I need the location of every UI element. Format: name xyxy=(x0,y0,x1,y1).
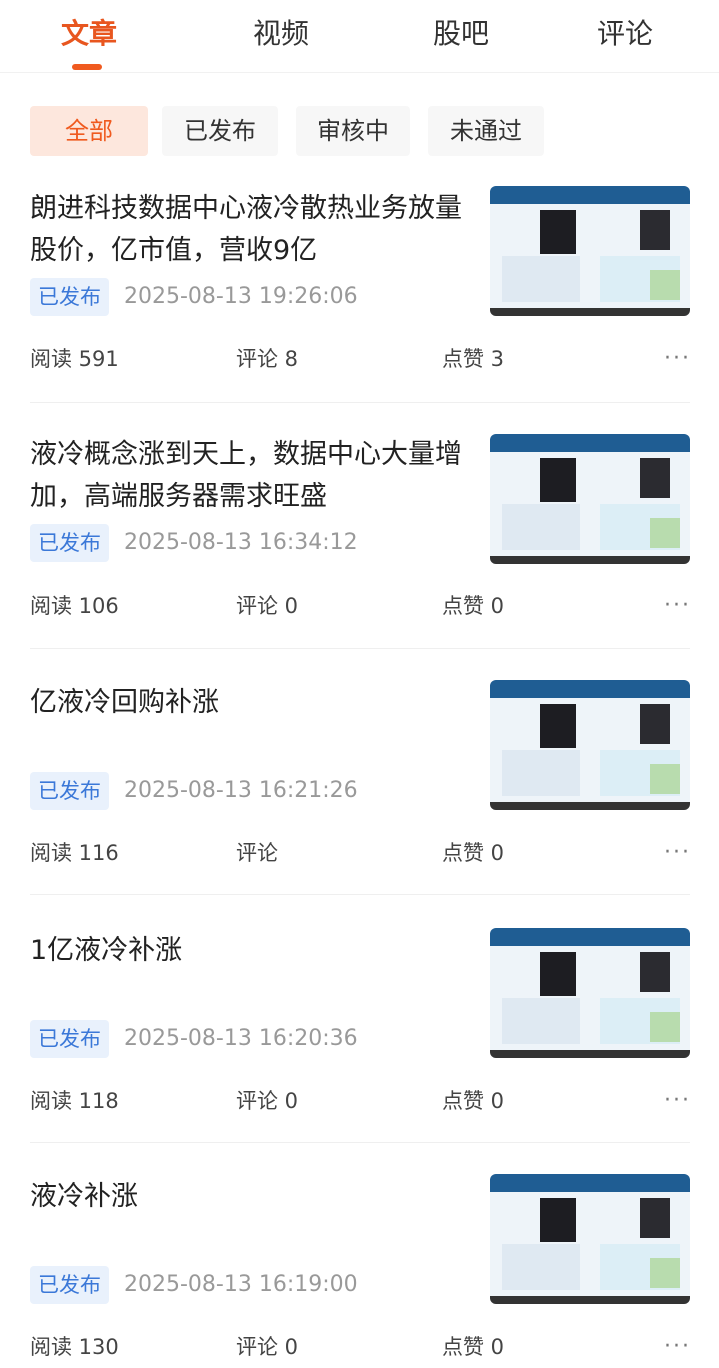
tab-articles[interactable]: 文章 xyxy=(4,14,174,54)
divider xyxy=(30,648,690,649)
read-count: 阅读 106 xyxy=(30,594,119,618)
article-thumbnail[interactable] xyxy=(490,928,690,1058)
publish-time: 2025-08-13 19:26:06 xyxy=(124,284,358,309)
more-dots-icon[interactable]: ··· xyxy=(664,344,691,374)
tab-comments[interactable]: 评论 xyxy=(540,14,710,54)
like-count: 点赞 0 xyxy=(442,1335,505,1359)
top-tabs: 文章 视频 股吧 评论 xyxy=(0,0,719,73)
like-count: 点赞 0 xyxy=(442,594,505,618)
filter-rejected[interactable]: 未通过 xyxy=(428,106,544,156)
more-dots-icon[interactable]: ··· xyxy=(664,591,691,621)
article-thumbnail[interactable] xyxy=(490,1174,690,1304)
tabs-divider xyxy=(0,72,719,73)
read-count: 阅读 591 xyxy=(30,347,119,371)
read-count: 阅读 116 xyxy=(30,841,119,865)
article-title[interactable]: 液冷概念涨到天上，数据中心大量增加，高端服务器需求旺盛 xyxy=(30,434,470,518)
more-dots-icon[interactable]: ··· xyxy=(664,1086,691,1116)
divider xyxy=(30,894,690,895)
article-title[interactable]: 液冷补涨 xyxy=(30,1176,470,1218)
comment-count: 评论 0 xyxy=(236,1089,299,1113)
publish-time: 2025-08-13 16:19:00 xyxy=(124,1272,358,1297)
read-count: 阅读 130 xyxy=(30,1335,119,1359)
active-tab-indicator xyxy=(72,64,102,70)
comment-count: 评论 8 xyxy=(236,347,299,371)
article-title[interactable]: 朗进科技数据中心液冷散热业务放量股价，亿市值，营收9亿 xyxy=(30,188,470,272)
status-badge: 已发布 xyxy=(30,1266,109,1304)
status-badge: 已发布 xyxy=(30,772,109,810)
filter-published[interactable]: 已发布 xyxy=(162,106,278,156)
more-dots-icon[interactable]: ··· xyxy=(664,838,691,868)
comment-count: 评论 0 xyxy=(236,1335,299,1359)
like-count: 点赞 3 xyxy=(442,347,505,371)
publish-time: 2025-08-13 16:20:36 xyxy=(124,1026,358,1051)
like-count: 点赞 0 xyxy=(442,1089,505,1113)
comment-count: 评论 xyxy=(236,841,278,865)
article-title[interactable]: 亿液冷回购补涨 xyxy=(30,682,470,724)
read-count: 阅读 118 xyxy=(30,1089,119,1113)
article-title[interactable]: 1亿液冷补涨 xyxy=(30,930,470,972)
status-badge: 已发布 xyxy=(30,1020,109,1058)
more-dots-icon[interactable]: ··· xyxy=(664,1332,691,1362)
publish-time: 2025-08-13 16:34:12 xyxy=(124,530,358,555)
tab-videos[interactable]: 视频 xyxy=(196,14,366,54)
status-badge: 已发布 xyxy=(30,524,109,562)
like-count: 点赞 0 xyxy=(442,841,505,865)
filter-all[interactable]: 全部 xyxy=(30,106,148,156)
status-badge: 已发布 xyxy=(30,278,109,316)
article-thumbnail[interactable] xyxy=(490,186,690,316)
article-thumbnail[interactable] xyxy=(490,434,690,564)
publish-time: 2025-08-13 16:21:26 xyxy=(124,778,358,803)
divider xyxy=(30,402,690,403)
comment-count: 评论 0 xyxy=(236,594,299,618)
tab-guba[interactable]: 股吧 xyxy=(376,14,546,54)
filter-reviewing[interactable]: 审核中 xyxy=(296,106,410,156)
divider xyxy=(30,1142,690,1143)
article-thumbnail[interactable] xyxy=(490,680,690,810)
